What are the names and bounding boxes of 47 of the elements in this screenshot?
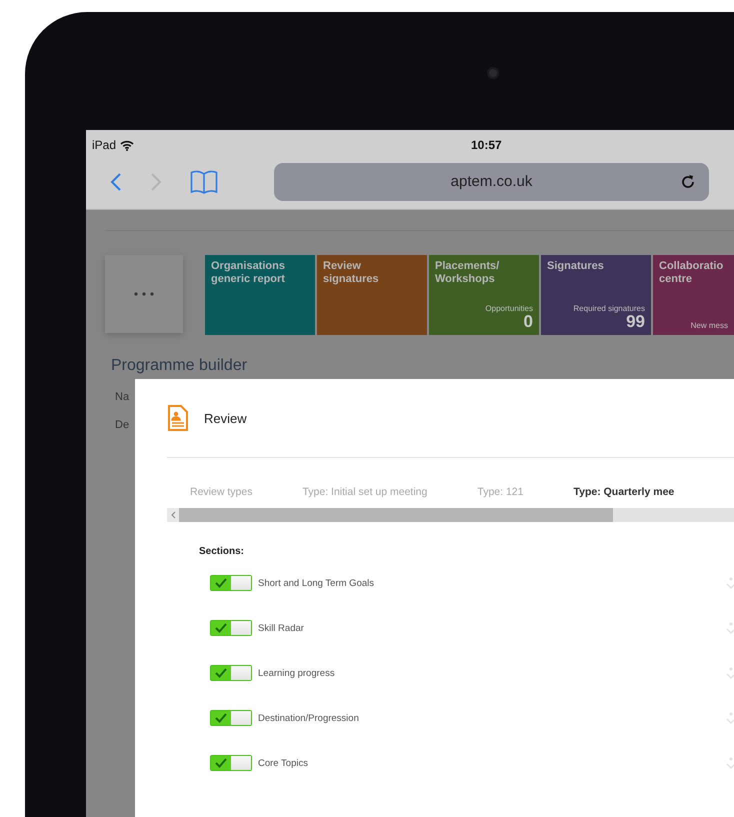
- section-label: Destination/Progression: [258, 712, 359, 724]
- sections-heading: Sections:: [199, 546, 246, 557]
- form-label: De: [115, 419, 130, 431]
- camera-icon: [487, 67, 499, 79]
- section-toggle[interactable]: [210, 575, 252, 591]
- dialog-title: Review: [204, 410, 247, 426]
- drag-handle-icon[interactable]: [726, 621, 734, 635]
- page-title: Programme builder: [111, 357, 248, 375]
- review-type-tab[interactable]: Review types: [190, 486, 252, 498]
- dashboard-tile[interactable]: Collaboratio centre New mess: [653, 255, 734, 335]
- dashboard-tile[interactable]: Review signatures: [317, 255, 427, 335]
- wifi-icon: [120, 140, 134, 150]
- section-toggle[interactable]: [210, 665, 252, 681]
- forward-icon[interactable]: [150, 172, 162, 192]
- section-label: Core Topics: [258, 758, 308, 768]
- form-label: Na: [115, 391, 130, 403]
- review-type-tab[interactable]: Type: 121: [477, 486, 524, 498]
- check-icon: [215, 668, 227, 678]
- drag-handle-icon[interactable]: [726, 711, 734, 725]
- section-label: Skill Radar: [258, 622, 304, 634]
- dashboard-tile[interactable]: Organisations generic report: [205, 255, 315, 335]
- section-toggle[interactable]: [210, 755, 252, 771]
- book-icon[interactable]: [190, 168, 218, 194]
- chevron-left-icon[interactable]: [170, 511, 176, 519]
- address-field[interactable]: aptem.co.uk: [274, 162, 709, 200]
- document-icon: [167, 404, 189, 432]
- drag-handle-icon[interactable]: [726, 756, 734, 770]
- dashboard-tile[interactable]: Placements/ Workshops Opportunities 0: [429, 255, 539, 335]
- section-toggle[interactable]: [210, 620, 252, 636]
- dashboard-tile[interactable]: Signatures Required signatures 99: [541, 255, 651, 335]
- reload-icon[interactable]: [679, 172, 697, 190]
- review-type-tab[interactable]: Type: Initial set up meeting: [302, 486, 428, 498]
- horizontal-scrollbar[interactable]: [167, 508, 734, 522]
- device-name: iPad: [92, 138, 116, 152]
- section-toggle[interactable]: [210, 710, 252, 726]
- check-icon: [215, 623, 227, 633]
- check-icon: [215, 578, 227, 588]
- check-icon: [215, 758, 227, 768]
- section-label: Learning progress: [258, 668, 335, 678]
- drag-handle-icon[interactable]: [726, 576, 734, 590]
- back-icon[interactable]: [110, 172, 122, 192]
- drag-handle-icon[interactable]: [726, 666, 734, 680]
- dots-icon: [134, 292, 154, 296]
- clock-time: 10:57: [471, 138, 502, 152]
- check-icon: [215, 713, 227, 723]
- section-label: Short and Long Term Goals: [258, 578, 374, 588]
- review-type-tab[interactable]: Type: Quarterly mee: [573, 486, 674, 498]
